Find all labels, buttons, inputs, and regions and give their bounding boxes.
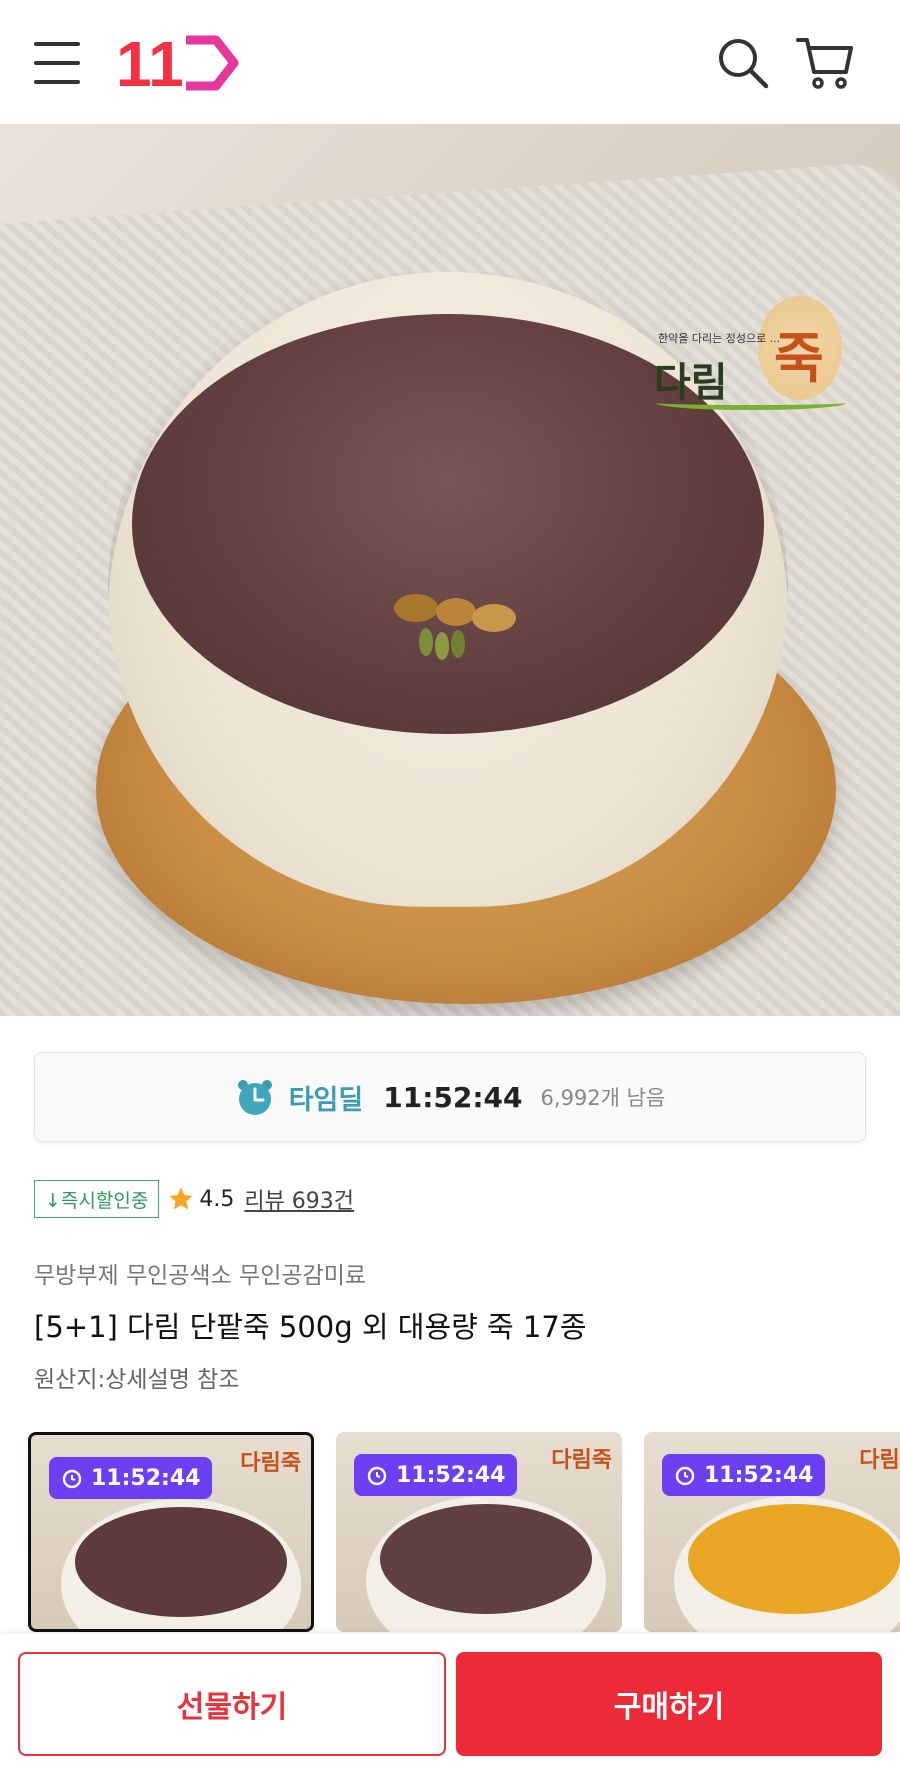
brand-swoosh [656, 396, 846, 410]
top-header: 11 [0, 0, 900, 124]
star-icon [167, 1185, 195, 1213]
thumbnail-2[interactable]: 다림죽 11:52:44 [336, 1432, 622, 1632]
thumbnail-timer: 11:52:44 [704, 1462, 814, 1488]
product-origin: 원산지:상세설명 참조 [34, 1367, 240, 1393]
thumbnail-1[interactable]: 다림죽 11:52:44 [28, 1432, 314, 1632]
cart-icon[interactable] [796, 34, 854, 92]
gift-button[interactable]: 선물하기 [18, 1652, 446, 1756]
timedeal-countdown: 11:52:44 [383, 1080, 523, 1114]
clock-icon [62, 1469, 82, 1489]
thumbnail-soup [688, 1504, 900, 1614]
thumbnail-3[interactable]: 다림죽 11:52:44 [644, 1432, 900, 1632]
related-products-strip[interactable]: 다림죽 11:52:44 다림죽 11:52:44 다림죽 [28, 1432, 900, 1632]
svg-text:11: 11 [116, 30, 184, 96]
thumbnail-timer: 11:52:44 [396, 1462, 506, 1488]
product-title: [5+1] 다림 단팥죽 500g 외 대용량 죽 17종 [34, 1310, 587, 1344]
rating-row: ↓즉시할인중 4.5 리뷰 693건 [34, 1180, 354, 1218]
thumbnail-timer: 11:52:44 [91, 1465, 201, 1491]
thumbnail-logo: 다림죽 [859, 1448, 900, 1473]
thumbnail-timer-chip: 11:52:44 [49, 1457, 213, 1499]
search-icon[interactable] [716, 36, 770, 90]
jujube-garnish [376, 588, 536, 668]
thumbnail-soup [380, 1504, 592, 1614]
instant-discount-badge: ↓즉시할인중 [34, 1180, 160, 1218]
darim-juk-brand-logo: 죽 한약을 다리는 정성으로 ... 다림 [650, 272, 850, 422]
thumbnail-timer-chip: 11:52:44 [354, 1454, 518, 1496]
thumbnail-logo: 다림죽 [551, 1448, 612, 1473]
thumbnail-logo: 다림죽 [240, 1451, 301, 1476]
timedeal-label: 타임딜 [288, 1084, 364, 1116]
clock-icon [675, 1466, 695, 1486]
product-image-carousel[interactable]: 죽 한약을 다리는 정성으로 ... 다림 [0, 124, 900, 1016]
menu-icon[interactable] [34, 42, 80, 84]
alarm-clock-icon [235, 1077, 275, 1117]
rating-value: 4.5 [199, 1186, 235, 1212]
brand-tagline: 한약을 다리는 정성으로 ... [658, 332, 781, 345]
clock-icon [367, 1466, 387, 1486]
thumbnail-timer-chip: 11:52:44 [662, 1454, 826, 1496]
timedeal-remaining: 6,992개 남음 [540, 1086, 666, 1110]
brand-juk-emblem: 죽 [758, 296, 842, 400]
review-count-link[interactable]: 리뷰 693건 [244, 1183, 354, 1215]
timedeal-banner[interactable]: 타임딜 11:52:44 6,992개 남음 [34, 1052, 866, 1142]
thumbnail-soup [75, 1507, 287, 1617]
buy-button[interactable]: 구매하기 [456, 1652, 882, 1756]
bottom-action-bar: 선물하기 구매하기 [0, 1634, 900, 1774]
11st-logo[interactable]: 11 [116, 28, 242, 100]
product-tags: 무방부제 무인공색소 무인공감미료 [34, 1263, 367, 1289]
